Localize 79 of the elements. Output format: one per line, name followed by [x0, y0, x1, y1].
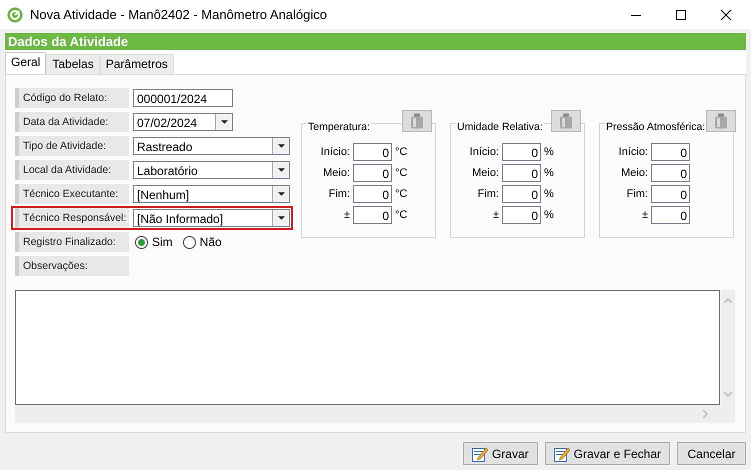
text-field[interactable]: 000001/2024 — [133, 89, 233, 107]
dropdown-field[interactable]: [Não Informado] — [133, 209, 290, 227]
scroll-right-icon[interactable] — [703, 410, 708, 418]
weight-button[interactable] — [551, 110, 581, 132]
window-title: Nova Atividade - Manô2402 - Manômetro Analógico — [30, 7, 328, 22]
reading-label: ± — [492, 208, 499, 220]
field-label: Local da Atividade: — [15, 160, 129, 180]
reading-label: Início: — [468, 146, 499, 158]
group-title: Umidade Relativa: — [456, 121, 544, 133]
unit-label: °C — [395, 188, 408, 200]
tab[interactable]: Tabelas — [46, 54, 100, 74]
unit-label: °C — [395, 166, 408, 178]
reading-label: Início: — [320, 146, 350, 158]
caret-icon — [278, 192, 284, 196]
reading-field[interactable]: 0 — [502, 206, 541, 224]
edit-icon — [472, 446, 488, 462]
reading-label: ± — [640, 208, 648, 220]
radio-button[interactable]: Sim — [135, 235, 173, 249]
reading-field[interactable]: 0 — [651, 164, 690, 182]
reading-label: ± — [342, 208, 350, 220]
caret-icon — [278, 216, 284, 220]
reading-field[interactable]: 0 — [353, 184, 392, 202]
section-header: Dados da Atividade — [5, 33, 746, 50]
unit-label: % — [544, 188, 554, 200]
field-label: Observações: — [15, 256, 129, 276]
group-title: Temperatura: — [307, 121, 371, 133]
reading-label: Fim: — [626, 188, 648, 200]
group-title: Pressão Atmosférica: — [605, 121, 706, 133]
weight-button[interactable] — [706, 110, 736, 132]
reading-field[interactable]: 0 — [651, 206, 690, 224]
reading-field[interactable]: 0 — [353, 164, 392, 182]
weight-icon — [559, 113, 573, 129]
scroll-up-icon[interactable] — [724, 298, 732, 303]
caret-icon — [278, 168, 284, 172]
date-field[interactable]: 07/02/2024 — [133, 113, 233, 131]
caret-icon — [220, 120, 228, 124]
dialog-button[interactable]: Cancelar — [677, 442, 746, 465]
weight-button[interactable] — [402, 110, 432, 132]
field-label: Tipo de Atividade: — [15, 136, 129, 156]
reading-field[interactable]: 0 — [353, 142, 392, 160]
scroll-down-icon[interactable] — [724, 392, 732, 397]
reading-field[interactable]: 0 — [502, 164, 541, 182]
field-label: Técnico Executante: — [15, 184, 129, 204]
unit-label: % — [544, 146, 554, 158]
unit-label: % — [544, 208, 554, 220]
dialog-button[interactable]: Gravar — [462, 442, 538, 465]
reading-field[interactable]: 0 — [651, 142, 690, 160]
reading-field[interactable]: 0 — [502, 184, 541, 202]
weight-icon — [410, 113, 424, 129]
weight-icon — [714, 113, 728, 129]
app-logo-icon — [7, 6, 23, 22]
field-label: Data da Atividade: — [15, 112, 129, 132]
dropdown-field[interactable]: Rastreado — [133, 137, 290, 155]
reading-field[interactable]: 0 — [651, 184, 690, 202]
close-icon[interactable] — [720, 8, 732, 20]
field-label: Registro Finalizado: — [15, 232, 129, 252]
dialog-button[interactable]: Gravar e Fechar — [544, 442, 670, 465]
tab[interactable]: Parâmetros — [100, 54, 174, 74]
reading-label: Meio: — [471, 166, 499, 178]
unit-label: °C — [395, 146, 408, 158]
unit-label: % — [544, 166, 554, 178]
radio-button[interactable]: Não — [182, 235, 222, 249]
caret-icon — [278, 144, 284, 148]
reading-label: Meio: — [620, 166, 648, 178]
reading-field[interactable]: 0 — [502, 142, 541, 160]
field-label: Técnico Responsável: — [15, 208, 129, 228]
dropdown-field[interactable]: Laboratório — [133, 161, 290, 179]
unit-label: °C — [395, 208, 408, 220]
reading-label: Fim: — [328, 188, 350, 200]
reading-field[interactable]: 0 — [353, 206, 392, 224]
field-label: Código do Relato: — [15, 88, 129, 108]
tab[interactable]: Geral — [5, 52, 46, 74]
notes-field[interactable] — [15, 290, 735, 423]
reading-label: Início: — [618, 146, 648, 158]
reading-label: Fim: — [476, 188, 499, 200]
maximize-icon[interactable] — [675, 8, 687, 20]
reading-label: Meio: — [322, 166, 350, 178]
edit-icon — [554, 446, 570, 462]
dropdown-field[interactable]: [Nenhum] — [133, 185, 290, 203]
